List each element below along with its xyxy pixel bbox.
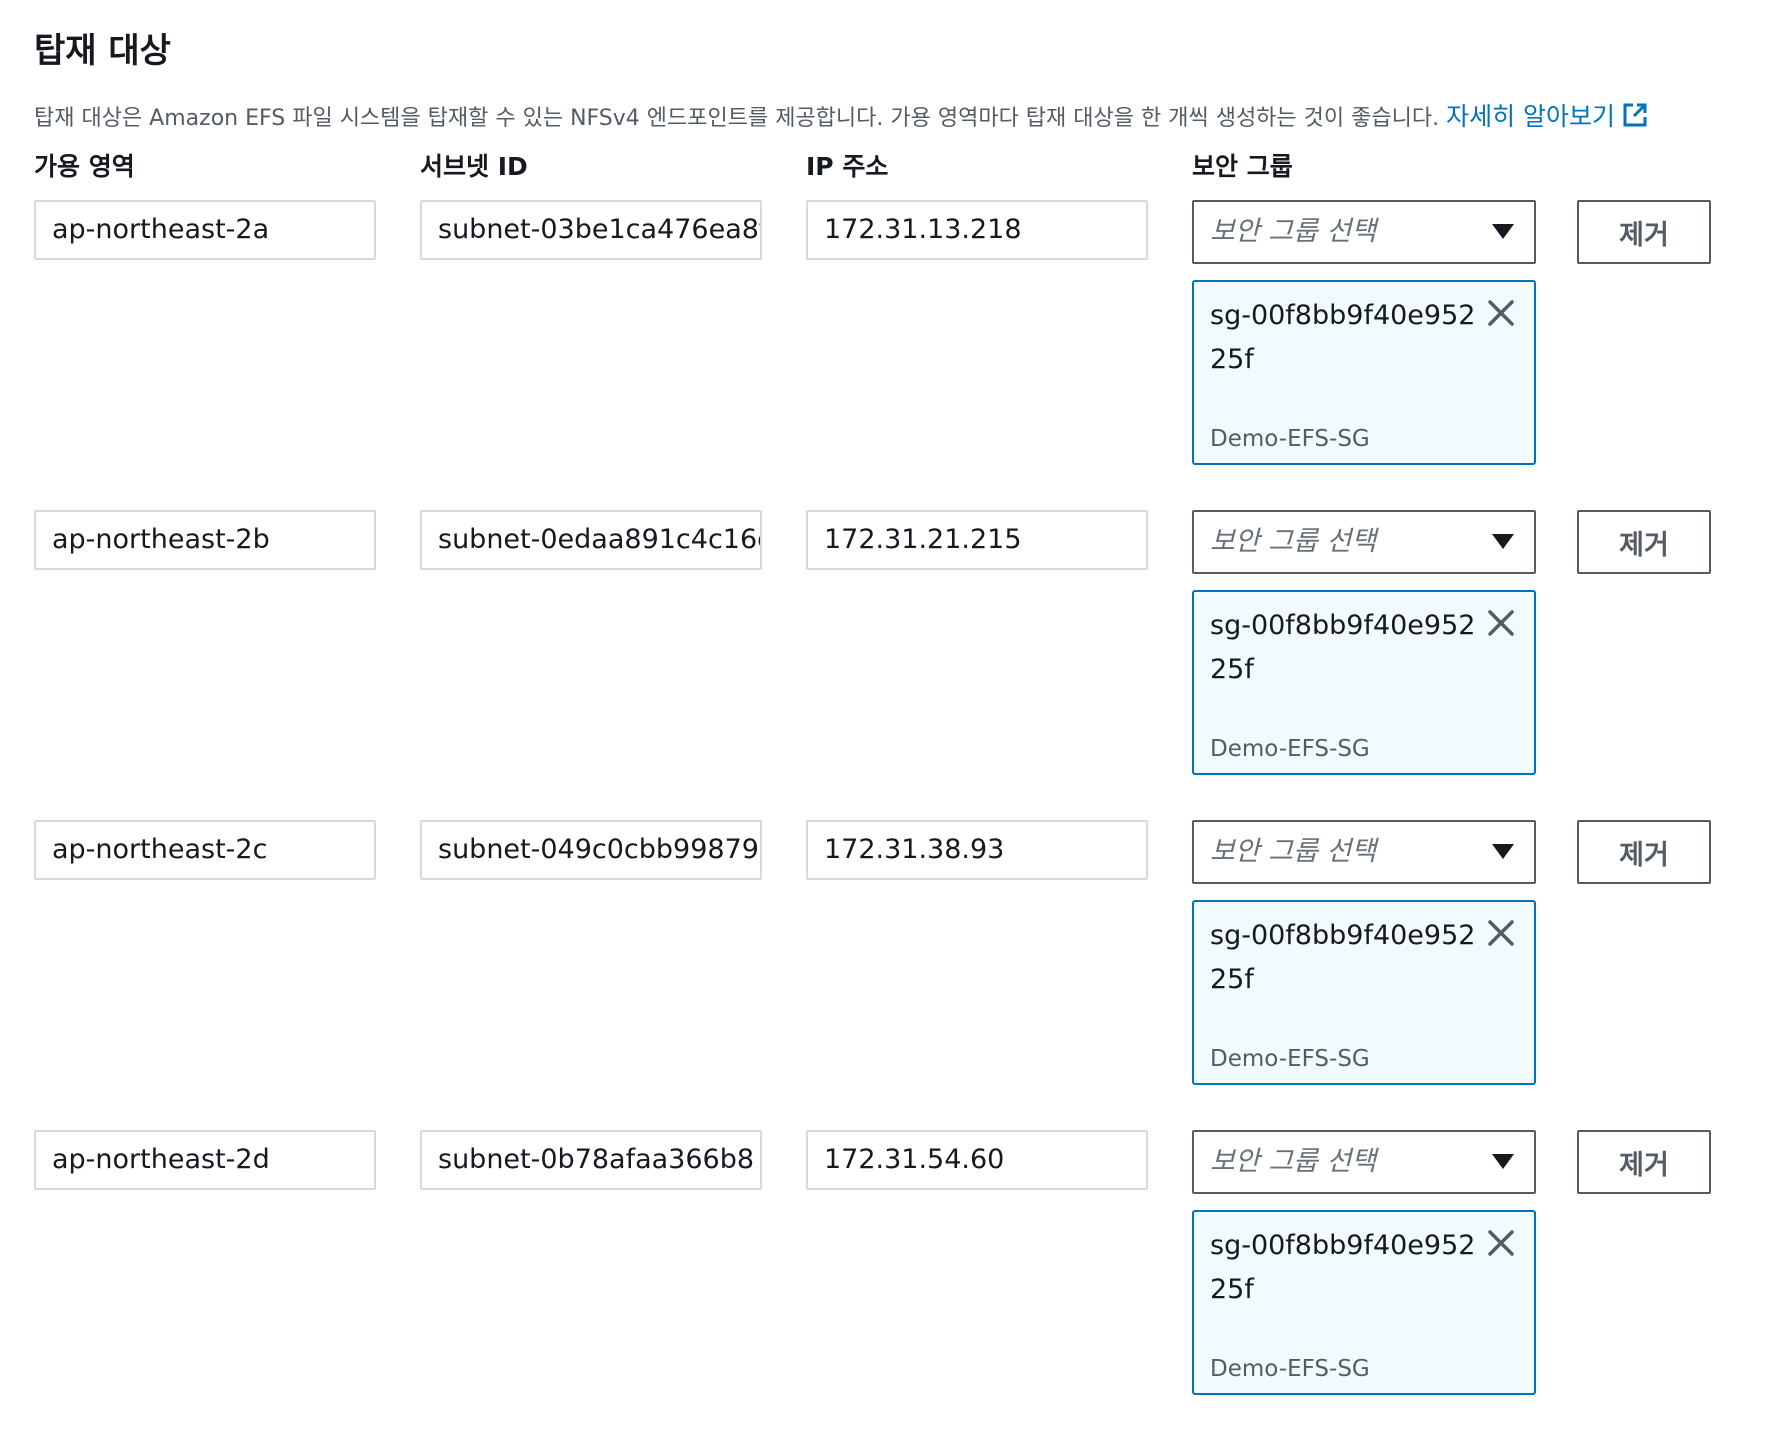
learn-more-label: 자세히 알아보기: [1446, 102, 1616, 131]
availability-zone-field: ap-northeast-2d: [34, 1130, 376, 1190]
security-group-select-placeholder: 보안 그룹 선택: [1210, 1146, 1377, 1177]
caret-down-icon: [1492, 534, 1514, 549]
security-group-id: sg-00f8bb9f40e95225f: [1210, 1230, 1476, 1305]
security-group-name: Demo-EFS-SG: [1210, 1046, 1370, 1072]
availability-zone-field: ap-northeast-2a: [34, 200, 376, 260]
security-group-select-placeholder: 보안 그룹 선택: [1210, 836, 1377, 867]
security-group-id: sg-00f8bb9f40e95225f: [1210, 920, 1476, 995]
column-header-security-group: 보안 그룹: [1192, 152, 1293, 181]
mount-target-row: ap-northeast-2d subnet-0b78afaa366b8 172…: [0, 1130, 1792, 1430]
section-description-line: 탑재 대상은 Amazon EFS 파일 시스템을 탑재할 수 있는 NFSv4…: [34, 100, 1649, 138]
remove-button[interactable]: 제거: [1577, 510, 1711, 574]
close-icon[interactable]: [1484, 296, 1518, 330]
caret-down-icon: [1492, 1154, 1514, 1169]
security-group-id: sg-00f8bb9f40e95225f: [1210, 300, 1476, 375]
close-icon[interactable]: [1484, 916, 1518, 950]
availability-zone-field: ap-northeast-2b: [34, 510, 376, 570]
remove-button[interactable]: 제거: [1577, 820, 1711, 884]
security-group-select[interactable]: 보안 그룹 선택: [1192, 820, 1536, 884]
mount-target-row: ap-northeast-2b subnet-0edaa891c4c16c 17…: [0, 510, 1792, 810]
subnet-id-field[interactable]: subnet-0b78afaa366b8: [420, 1130, 762, 1190]
security-group-token: sg-00f8bb9f40e95225f Demo-EFS-SG: [1192, 590, 1536, 775]
ip-address-field[interactable]: 172.31.38.93: [806, 820, 1148, 880]
security-group-name: Demo-EFS-SG: [1210, 426, 1370, 452]
section-title: 탑재 대상: [34, 31, 171, 71]
section-description: 탑재 대상은 Amazon EFS 파일 시스템을 탑재할 수 있는 NFSv4…: [34, 106, 1440, 131]
mount-target-row: ap-northeast-2a subnet-03be1ca476ea8f 17…: [0, 200, 1792, 500]
ip-address-field[interactable]: 172.31.21.215: [806, 510, 1148, 570]
column-header-subnet: 서브넷 ID: [420, 152, 528, 181]
security-group-token: sg-00f8bb9f40e95225f Demo-EFS-SG: [1192, 280, 1536, 465]
security-group-select[interactable]: 보안 그룹 선택: [1192, 1130, 1536, 1194]
security-group-token: sg-00f8bb9f40e95225f Demo-EFS-SG: [1192, 900, 1536, 1085]
subnet-id-field[interactable]: subnet-03be1ca476ea8f: [420, 200, 762, 260]
column-header-az: 가용 영역: [34, 152, 135, 181]
external-link-icon: [1621, 101, 1649, 138]
security-group-token: sg-00f8bb9f40e95225f Demo-EFS-SG: [1192, 1210, 1536, 1395]
security-group-select-placeholder: 보안 그룹 선택: [1210, 216, 1377, 247]
security-group-select[interactable]: 보안 그룹 선택: [1192, 510, 1536, 574]
subnet-id-field[interactable]: subnet-049c0cbb99879: [420, 820, 762, 880]
remove-button[interactable]: 제거: [1577, 1130, 1711, 1194]
security-group-select-placeholder: 보안 그룹 선택: [1210, 526, 1377, 557]
subnet-id-field[interactable]: subnet-0edaa891c4c16c: [420, 510, 762, 570]
security-group-name: Demo-EFS-SG: [1210, 736, 1370, 762]
availability-zone-field: ap-northeast-2c: [34, 820, 376, 880]
mount-target-row: ap-northeast-2c subnet-049c0cbb99879 172…: [0, 820, 1792, 1120]
caret-down-icon: [1492, 844, 1514, 859]
security-group-id: sg-00f8bb9f40e95225f: [1210, 610, 1476, 685]
column-header-ip: IP 주소: [806, 152, 889, 181]
security-group-name: Demo-EFS-SG: [1210, 1356, 1370, 1382]
close-icon[interactable]: [1484, 606, 1518, 640]
ip-address-field[interactable]: 172.31.54.60: [806, 1130, 1148, 1190]
ip-address-field[interactable]: 172.31.13.218: [806, 200, 1148, 260]
remove-button[interactable]: 제거: [1577, 200, 1711, 264]
learn-more-link[interactable]: 자세히 알아보기: [1446, 102, 1649, 131]
close-icon[interactable]: [1484, 1226, 1518, 1260]
caret-down-icon: [1492, 224, 1514, 239]
security-group-select[interactable]: 보안 그룹 선택: [1192, 200, 1536, 264]
